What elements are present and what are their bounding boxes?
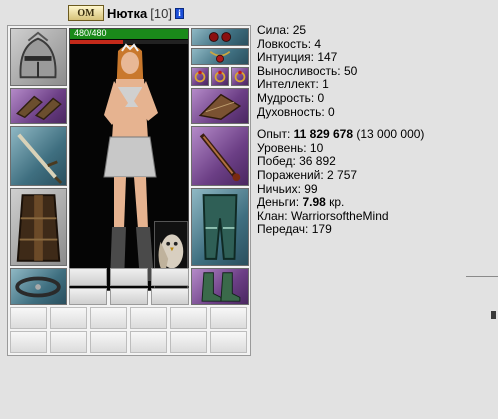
exp-label: Опыт: — [257, 127, 294, 142]
small-slot-3[interactable] — [151, 268, 189, 286]
info-icon[interactable]: i — [174, 7, 184, 19]
separator-line — [466, 276, 498, 277]
amulet-icon — [209, 50, 231, 63]
helmet-slot[interactable] — [10, 28, 67, 86]
armor-icon — [16, 194, 61, 262]
exp-value: 11 829 678 — [293, 127, 354, 142]
stat-agility: Ловкость: 4 — [257, 36, 322, 51]
clan-emblem-icon[interactable]: ОМ — [68, 5, 104, 21]
character-level: [10] — [150, 5, 172, 21]
exp-next: (13 000 000) — [353, 127, 425, 142]
stat-wisdom: Мудрость: 0 — [257, 90, 325, 105]
belt-icon — [15, 276, 61, 298]
stats-panel: Сила: 25 Ловкость: 4 Интуиция: 147 Вынос… — [257, 23, 425, 237]
info-draws: Ничьих: 99 — [257, 181, 318, 196]
armor-slot[interactable] — [10, 188, 67, 266]
info-wins: Побед: 36 892 — [257, 154, 336, 169]
earrings-icon — [208, 32, 232, 42]
earrings-slot[interactable] — [191, 28, 249, 46]
dagger-icon — [199, 133, 241, 182]
boots-icon — [201, 272, 241, 302]
info-losses: Поражений: 2 757 — [257, 167, 358, 182]
bag-slot[interactable] — [90, 331, 127, 353]
gloves-icon — [198, 93, 242, 120]
boots-slot[interactable] — [191, 268, 249, 305]
bag-slot[interactable] — [130, 307, 167, 329]
bag-slot[interactable] — [50, 331, 87, 353]
leggings-icon — [202, 194, 238, 260]
scroll-marker — [491, 311, 496, 319]
character-portrait: 480/480 — [69, 28, 189, 291]
leggings-slot[interactable] — [191, 188, 249, 266]
bag-slot[interactable] — [90, 307, 127, 329]
money-value: 7.98 — [302, 195, 326, 210]
stat-intellect: Интеллект: 1 — [257, 77, 329, 92]
rings-icon — [234, 70, 246, 83]
info-clan[interactable]: Клан: WarriorsoftheMind — [257, 209, 424, 224]
info-money: Деньги: 7.98 кр. — [257, 195, 424, 210]
ring-slot-2[interactable] — [211, 67, 229, 86]
bag-slot[interactable] — [170, 331, 207, 353]
character-name[interactable]: Нютка — [107, 6, 147, 21]
amulet-slot[interactable] — [191, 48, 249, 65]
money-unit: кр. — [325, 195, 345, 210]
character-header: ОМ Нютка [10] i — [68, 4, 184, 22]
sword-slot[interactable] — [10, 126, 67, 186]
ring-slot-1[interactable] — [191, 67, 209, 86]
small-slot-2[interactable] — [110, 268, 148, 286]
bag-slot[interactable] — [210, 307, 247, 329]
small-slot-6[interactable] — [151, 288, 189, 305]
ring-slot-3[interactable] — [231, 67, 249, 86]
rings-icon — [214, 70, 226, 83]
sword-icon — [17, 133, 63, 185]
money-label: Деньги: — [257, 195, 303, 210]
stat-spirituality: Духовность: 0 — [257, 104, 335, 119]
inventory-panel: 480/480 — [7, 25, 251, 356]
bag-slot[interactable] — [50, 307, 87, 329]
belt-slot[interactable] — [10, 268, 67, 305]
info-transfers: Передач: 179 — [257, 222, 332, 237]
small-slot-1[interactable] — [69, 268, 107, 286]
bag-slot[interactable] — [10, 307, 47, 329]
stat-intuition: Интуиция: 147 — [257, 50, 338, 65]
gloves-slot[interactable] — [191, 88, 249, 124]
bag-slot[interactable] — [210, 331, 247, 353]
stat-strength: Сила: 25 — [257, 23, 307, 37]
bag-slot[interactable] — [10, 331, 47, 353]
bracers-slot[interactable] — [10, 88, 67, 124]
bracers-icon — [16, 95, 62, 121]
bag-slot[interactable] — [170, 307, 207, 329]
small-slot-4[interactable] — [69, 288, 107, 305]
helmet-icon — [19, 31, 57, 79]
stat-endurance: Выносливость: 50 — [257, 63, 358, 78]
small-slot-5[interactable] — [110, 288, 148, 305]
info-level: Уровень: 10 — [257, 140, 324, 155]
weapon-slot[interactable] — [191, 126, 249, 186]
bag-slot[interactable] — [130, 331, 167, 353]
info-experience: Опыт: 11 829 678 (13 000 000) — [257, 127, 425, 142]
rings-icon — [194, 70, 206, 83]
